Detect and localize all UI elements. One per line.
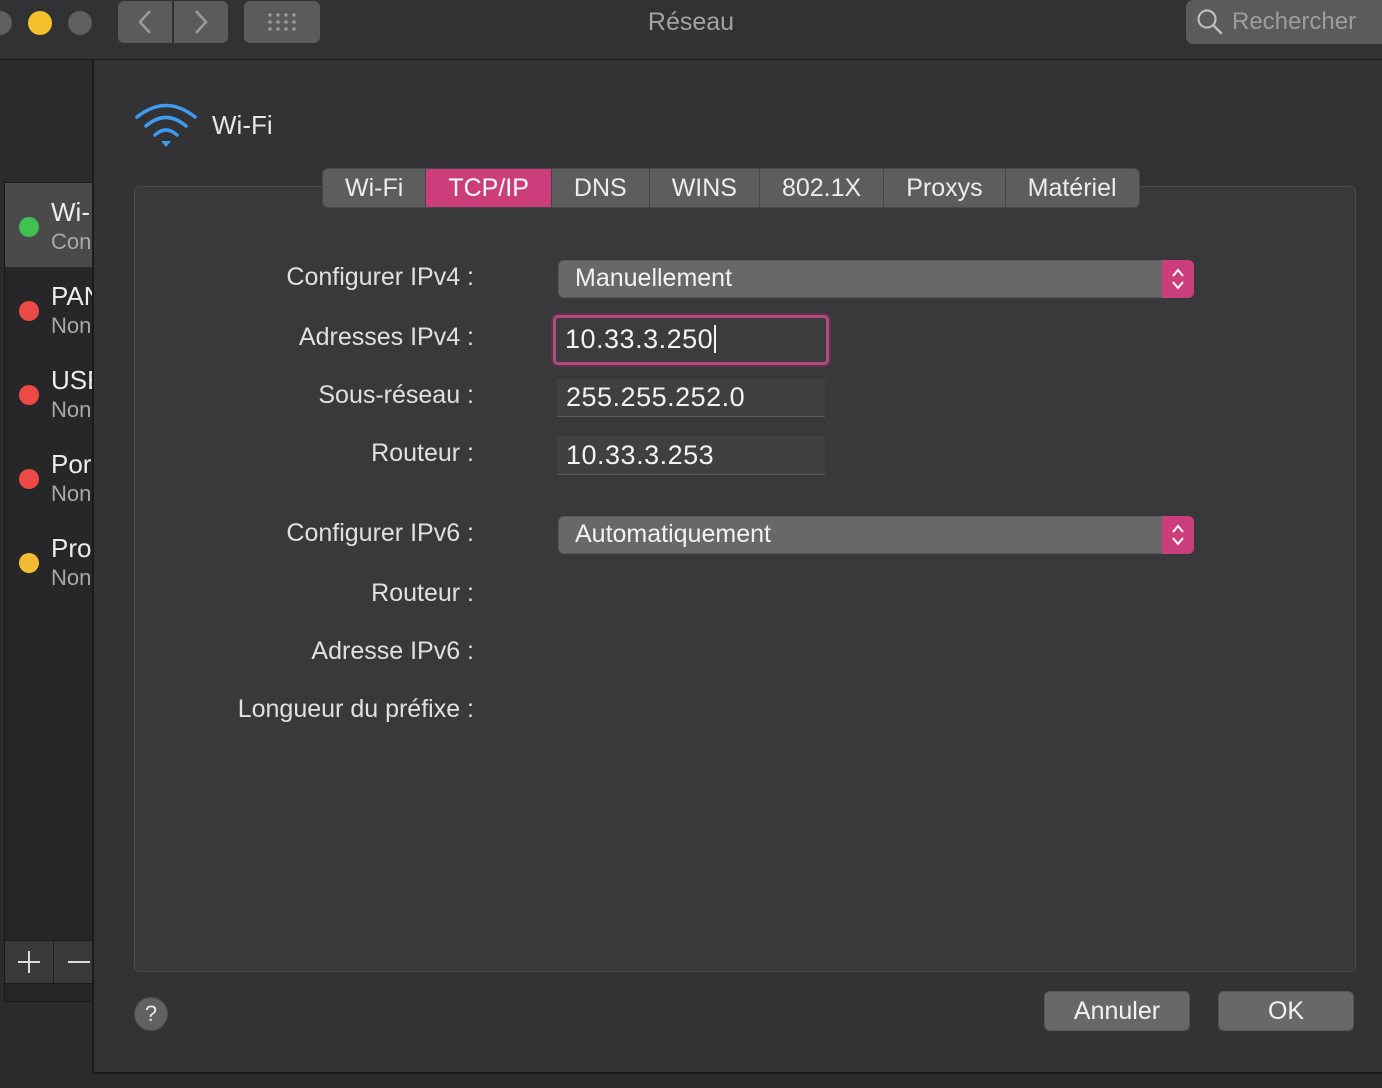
search-icon	[1197, 9, 1223, 35]
popup-stepper-icon	[1162, 260, 1194, 298]
configure-ipv6-value: Automatiquement	[575, 520, 771, 548]
search-field[interactable]: Rechercher	[1186, 0, 1382, 44]
tab-wins[interactable]: WINS	[650, 169, 760, 207]
status-dot-disconnected	[19, 469, 39, 489]
ipv4-address-field[interactable]: 10.33.3.250	[553, 315, 829, 365]
status-dot-disconnected	[19, 301, 39, 321]
status-dot-disconnected	[19, 385, 39, 405]
service-status: Non	[51, 313, 92, 338]
status-dot-inactive	[19, 553, 39, 573]
service-item-pan[interactable]: PAN Non	[5, 267, 93, 351]
tcpip-sheet: Wi-Fi Wi-Fi TCP/IP DNS WINS 802.1X Proxy…	[92, 60, 1382, 1074]
ipv4-router-field[interactable]: 10.33.3.253	[557, 435, 825, 475]
service-status: Con	[51, 229, 92, 254]
ipv4-address-value: 10.33.3.250	[565, 324, 714, 354]
popup-stepper-icon	[1162, 516, 1194, 554]
configure-ipv6-label: Configurer IPv6 :	[286, 519, 474, 547]
service-status: Non	[51, 397, 92, 422]
service-name: Por	[51, 449, 92, 479]
text-caret	[714, 325, 717, 353]
tab-wifi[interactable]: Wi-Fi	[323, 169, 427, 207]
ipv4-router-value: 10.33.3.253	[566, 440, 715, 470]
sheet-header: Wi-Fi	[134, 100, 273, 150]
service-name: Wi-	[51, 197, 90, 227]
interface-name: Wi-Fi	[212, 109, 273, 140]
subnet-mask-field[interactable]: 255.255.252.0	[557, 377, 825, 417]
tcpip-panel: Configurer IPv4 : Manuellement Adresses …	[134, 186, 1356, 972]
tab-hardware[interactable]: Matériel	[1006, 169, 1139, 207]
tab-bar: Wi-Fi TCP/IP DNS WINS 802.1X Proxys Maté…	[322, 168, 1140, 208]
service-status: Non	[51, 481, 92, 506]
service-item-port[interactable]: Por Non	[5, 435, 93, 519]
ipv6-router-label: Routeur :	[371, 579, 474, 607]
service-name: Pro	[51, 533, 92, 563]
add-service-button[interactable]	[5, 941, 54, 983]
service-status: Non	[51, 565, 92, 590]
service-toolbar	[4, 940, 93, 984]
status-dot-connected	[19, 217, 39, 237]
tab-8021x[interactable]: 802.1X	[760, 169, 885, 207]
configure-ipv4-label: Configurer IPv4 :	[286, 263, 474, 291]
minus-icon	[68, 961, 90, 963]
configure-ipv4-value: Manuellement	[575, 264, 733, 292]
service-item-usb[interactable]: USE Non	[5, 351, 93, 435]
service-name: USE	[51, 365, 93, 395]
subnet-mask-label: Sous-réseau :	[318, 381, 474, 409]
title-bar: Réseau Rechercher	[0, 0, 1382, 60]
sidebar: Wi- Con PAN Non USE Non Por Non Pro Non	[0, 60, 93, 1088]
configure-ipv4-popup[interactable]: Manuellement	[558, 260, 1194, 298]
ipv4-address-label: Adresses IPv4 :	[298, 323, 474, 351]
search-placeholder: Rechercher	[1232, 8, 1357, 35]
window-title: Réseau	[647, 8, 735, 36]
ipv6-address-label: Adresse IPv6 :	[311, 637, 474, 665]
cancel-button[interactable]: Annuler	[1044, 991, 1190, 1031]
service-name: PAN	[51, 281, 93, 311]
configure-ipv6-popup[interactable]: Automatiquement	[558, 516, 1194, 554]
service-item-pro[interactable]: Pro Non	[5, 519, 93, 603]
help-button[interactable]: ?	[134, 997, 168, 1031]
subnet-mask-value: 255.255.252.0	[566, 382, 746, 412]
wifi-icon	[135, 103, 197, 147]
service-list[interactable]: Wi- Con PAN Non USE Non Por Non Pro Non	[4, 182, 93, 1002]
service-item-wifi[interactable]: Wi- Con	[5, 183, 93, 267]
tab-proxies[interactable]: Proxys	[884, 169, 1006, 207]
tab-dns[interactable]: DNS	[552, 169, 650, 207]
ipv4-address-value-wrap: 10.33.3.250	[565, 324, 717, 355]
tab-tcpip[interactable]: TCP/IP	[426, 169, 552, 207]
plus-icon	[18, 951, 40, 973]
ok-button[interactable]: OK	[1218, 991, 1354, 1031]
ipv4-router-label: Routeur :	[371, 439, 474, 467]
prefix-length-label: Longueur du préfixe :	[237, 695, 474, 723]
